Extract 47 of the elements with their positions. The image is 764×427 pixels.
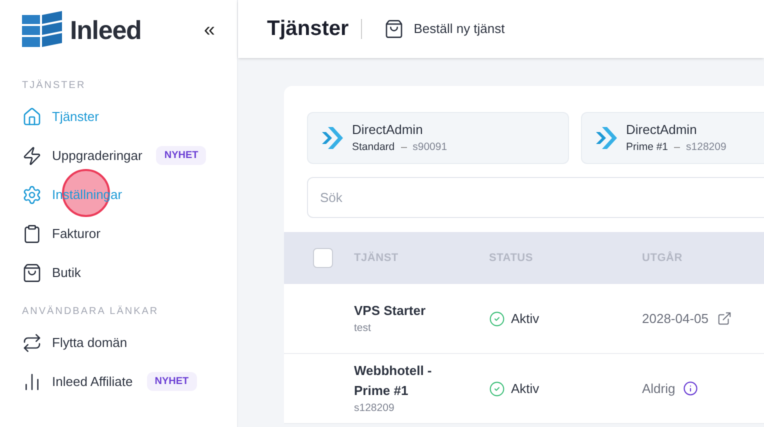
swap-arrows-icon — [22, 332, 42, 352]
tile-id: s128209 — [686, 140, 726, 155]
service-subtitle: s128209 — [354, 400, 396, 416]
nav-item[interactable]: Fakturor — [22, 224, 100, 244]
tile-plan: Standard — [352, 140, 395, 155]
dash — [674, 147, 680, 148]
lightning-bolt-icon — [22, 146, 42, 166]
service-name[interactable]: Webbhotell - Prime #1 — [354, 360, 464, 401]
external-link-icon[interactable] — [716, 311, 732, 326]
section-heading: ANVÄNDBARA LÄNKAR — [22, 304, 160, 319]
check-circle-icon — [489, 310, 505, 326]
search-field[interactable]: Sök — [307, 177, 764, 218]
section-heading: TJÄNSTER — [22, 78, 87, 93]
nav-item[interactable]: Butik — [22, 262, 81, 282]
chevron-logo-icon — [596, 125, 618, 151]
expiry-date: Aldrig — [642, 380, 676, 398]
select-all-checkbox[interactable] — [313, 248, 333, 268]
nav-item[interactable]: Inleed Affiliate — [22, 372, 133, 392]
info-icon[interactable] — [683, 381, 698, 396]
home-icon — [22, 106, 42, 126]
logo-icon — [22, 11, 64, 49]
service-tile[interactable]: DirectAdmin Standard s90091 — [307, 112, 569, 164]
settings-icon — [22, 184, 42, 204]
service-tile[interactable]: DirectAdmin Prime #1 s128209 — [581, 112, 764, 164]
status-text: Aktiv — [511, 310, 540, 328]
shopping-bag-icon — [384, 19, 404, 39]
shopping-bag-icon — [22, 262, 42, 282]
new-badge: NYHET — [156, 146, 206, 165]
chevron-logo-icon — [322, 125, 344, 151]
expiry-date: 2028-04-05 — [642, 310, 708, 328]
tile-title: DirectAdmin — [626, 121, 698, 140]
nav-item[interactable]: Flytta domän — [22, 332, 128, 352]
order-service-button[interactable]: Beställ ny tjänst — [384, 19, 505, 39]
tile-plan: Prime #1 — [626, 140, 668, 155]
check-circle-icon — [489, 380, 505, 396]
service-subtitle: test — [354, 320, 372, 336]
collapse-button[interactable]: « — [204, 20, 215, 40]
clipboard-icon — [22, 224, 42, 244]
tile-id: s90091 — [412, 140, 448, 155]
tile-title: DirectAdmin — [352, 121, 424, 140]
dash — [400, 147, 407, 148]
page-title: Tjänster — [267, 16, 349, 42]
service-name[interactable]: VPS Starter — [354, 300, 464, 321]
nav-item[interactable]: Uppgraderingar — [22, 146, 142, 166]
logo-text: Inleed — [70, 14, 142, 46]
new-badge: NYHET — [146, 372, 197, 391]
status-text: Aktiv — [511, 380, 540, 398]
